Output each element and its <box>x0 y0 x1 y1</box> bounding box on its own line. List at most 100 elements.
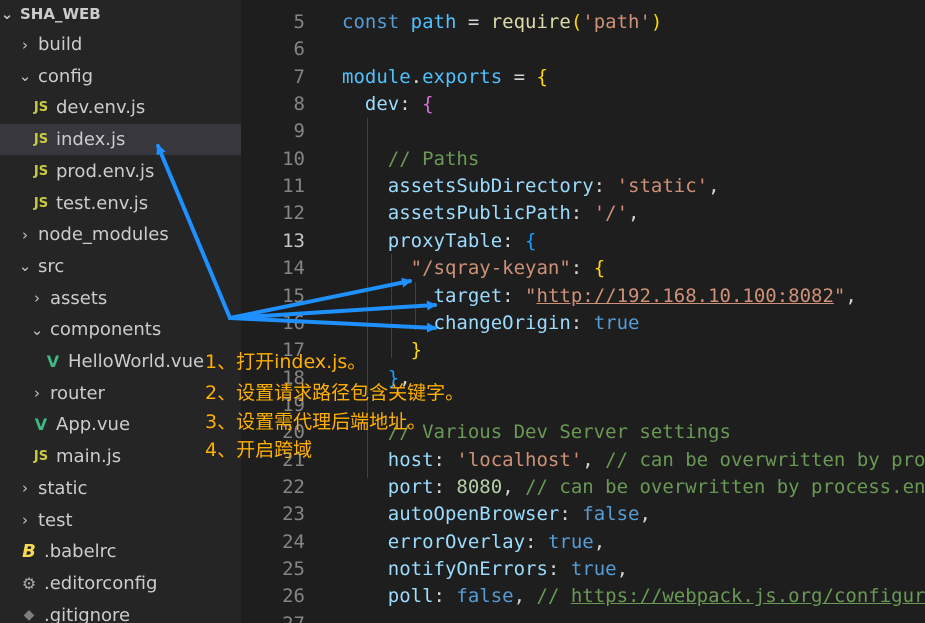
code-line[interactable]: 24 errorOverlay: true, <box>241 529 925 556</box>
code-token: 'path' <box>582 11 651 33</box>
tree-file[interactable]: JS test.env.js <box>0 188 241 219</box>
line-number: 8 <box>293 93 305 116</box>
tree-item-label: static <box>38 477 88 499</box>
line-number: 24 <box>282 530 305 553</box>
tree-folder[interactable]: ⌄ src <box>0 251 241 282</box>
tree-file[interactable]: B .babelrc <box>0 536 241 567</box>
code-token: target <box>433 284 503 307</box>
code-line[interactable]: 7 module.exports = { <box>241 64 925 91</box>
code-line[interactable]: 25 notifyOnErrors: true, <box>241 556 925 583</box>
code-line[interactable]: 14 "/sqray-keyan": { <box>241 255 925 282</box>
code-token: module <box>342 65 411 88</box>
line-number: 15 <box>282 284 305 307</box>
code-text: // Paths <box>342 146 480 173</box>
tree-folder[interactable]: › build <box>0 29 241 60</box>
tree-folder[interactable]: ⌄ components <box>0 314 241 345</box>
code-token: , <box>502 475 526 498</box>
code-token: 8080 <box>456 475 503 498</box>
chevron-right-icon: › <box>34 289 40 308</box>
code-text: poll: false, // https://webpack.js.org/c… <box>342 583 925 610</box>
code-line[interactable]: 11 assetsSubDirectory: 'static', <box>241 173 925 200</box>
code-token: false <box>582 503 640 526</box>
code-line[interactable]: 23 autoOpenBrowser: false, <box>241 501 925 528</box>
tree-file[interactable]: ◆ .gitignore <box>0 600 241 623</box>
tree-item-label: .editorconfig <box>44 572 158 594</box>
code-token: : <box>570 257 594 280</box>
code-line[interactable]: 26 poll: false, // https://webpack.js.or… <box>241 583 925 610</box>
code-line[interactable]: 10 // Paths <box>241 146 925 173</box>
code-token: ( <box>570 11 583 33</box>
code-token: , <box>708 175 720 198</box>
code-token: : <box>593 175 617 198</box>
code-line[interactable]: 13 proxyTable: { <box>241 228 925 255</box>
line-number: 5 <box>293 11 305 33</box>
code-line[interactable]: 15 target: "http://192.168.10.100:8082", <box>241 283 925 310</box>
tree-folder[interactable]: › node_modules <box>0 219 241 250</box>
chevron-down-icon: ⌄ <box>0 4 14 23</box>
tree-item-label: .babelrc <box>44 541 117 563</box>
code-token: exports <box>422 65 503 88</box>
code-text: host: 'localhost', // can be overwritten… <box>342 447 925 474</box>
line-number: 26 <box>282 585 305 608</box>
line-number: 22 <box>282 475 305 498</box>
code-line[interactable]: 16 changeOrigin: true <box>241 310 925 337</box>
code-editor[interactable]: 5 const path = require('path') 6 7 module.ex… <box>241 0 925 623</box>
code-token: port <box>387 475 434 498</box>
code-token: , <box>628 202 640 225</box>
code-token: 'static' <box>616 175 709 198</box>
code-line[interactable]: 22 port: 8080, // can be overwritten by … <box>241 474 925 501</box>
tree-item-label: .gitignore <box>44 604 131 623</box>
code-line[interactable]: 27 <box>241 611 925 623</box>
tree-item-label: config <box>38 65 94 87</box>
code-token: ) <box>650 11 663 33</box>
chevron-right-icon: › <box>22 225 28 244</box>
tree-folder[interactable]: ⌄ config <box>0 61 241 92</box>
code-token: changeOrigin <box>433 311 571 334</box>
code-token: host <box>387 448 434 471</box>
tree-folder[interactable]: › static <box>0 473 241 504</box>
code-token: http://192.168.10.100:8082 <box>536 284 834 307</box>
code-token: // <box>536 585 571 608</box>
tree-file[interactable]: ⚙ .editorconfig <box>0 568 241 599</box>
code-token: = <box>502 65 537 88</box>
code-token: require <box>490 11 571 33</box>
explorer-root[interactable]: ⌄ SHA_WEB <box>0 0 241 29</box>
code-token: : <box>570 311 594 334</box>
tree-item-label: main.js <box>56 446 122 468</box>
code-line[interactable]: 6 <box>241 36 925 63</box>
tree-item-label: node_modules <box>38 224 169 246</box>
gear-icon: ⚙ <box>21 573 37 593</box>
code-token: , <box>845 284 857 307</box>
tree-item-label: test <box>38 509 73 531</box>
code-text: "/sqray-keyan": { <box>342 255 606 282</box>
code-line[interactable]: 8 dev: { <box>241 91 925 118</box>
code-line[interactable]: 21 host: 'localhost', // can be overwrit… <box>241 447 925 474</box>
line-number: 7 <box>293 65 305 88</box>
code-line[interactable]: 5 const path = require('path') <box>241 9 925 36</box>
js-file-icon: JS <box>33 100 49 116</box>
tree-file[interactable]: JS dev.env.js <box>0 92 241 123</box>
code-token: dev <box>364 93 400 116</box>
code-text: autoOpenBrowser: false, <box>342 501 651 528</box>
line-number: 11 <box>282 175 305 198</box>
line-number: 10 <box>282 147 305 170</box>
tree-folder[interactable]: › assets <box>0 283 241 314</box>
code-token: : <box>433 585 457 608</box>
code-text: target: "http://192.168.10.100:8082", <box>342 283 857 310</box>
code-line[interactable]: 9 <box>241 118 925 145</box>
code-token: : <box>433 475 457 498</box>
tree-folder[interactable]: › test <box>0 505 241 536</box>
code-text: dev: { <box>342 91 434 118</box>
code-line[interactable]: 12 assetsPublicPath: '/', <box>241 200 925 227</box>
code-token: assetsPublicPath <box>387 202 571 225</box>
tree-file[interactable]: JS index.js <box>0 124 241 156</box>
code-token: notifyOnErrors <box>387 558 548 580</box>
tree-file[interactable]: JS prod.env.js <box>0 156 241 187</box>
js-file-icon: JS <box>33 132 49 148</box>
code-text: module.exports = { <box>342 64 548 91</box>
